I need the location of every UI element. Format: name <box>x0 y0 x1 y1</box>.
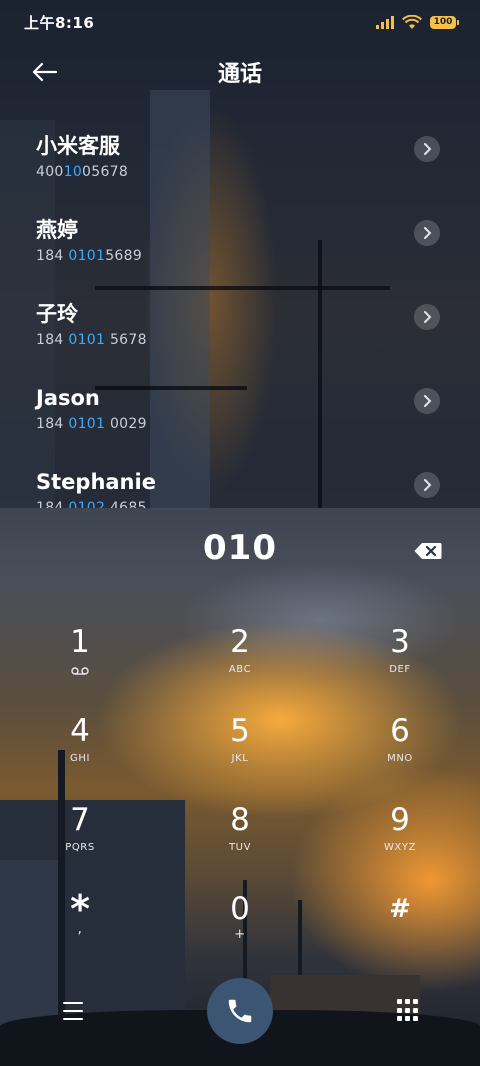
key-digit: 2 <box>230 624 250 660</box>
contact-detail-button[interactable] <box>414 136 440 162</box>
voicemail-icon <box>71 664 89 678</box>
keypad-toggle-button[interactable] <box>396 999 418 1023</box>
contact-number: 184 01015689 <box>36 248 480 264</box>
contact-detail-button[interactable] <box>414 388 440 414</box>
page-title: 通话 <box>217 62 262 87</box>
key-hash[interactable]: # <box>320 889 480 978</box>
chevron-right-icon <box>424 479 432 491</box>
contact-detail-button[interactable] <box>414 304 440 330</box>
backspace-button[interactable] <box>414 542 442 560</box>
contacts-list[interactable]: 小米客服 4001005678 燕婷 184 01015689 子玲 184 0… <box>0 118 480 508</box>
key-1[interactable]: 1 <box>0 622 160 711</box>
keypad: 1 2 ABC 3 DEF 4 GHI 5 JKL 6 MNO 7 PQRS 8… <box>0 622 480 978</box>
key-letters: + <box>234 927 246 942</box>
number-match: 0101 <box>68 332 106 348</box>
key-letters: ABC <box>228 664 252 675</box>
key-digit: 0 <box>230 891 250 927</box>
chevron-right-icon <box>424 395 432 407</box>
key-letters: MNO <box>387 753 413 764</box>
number-match: 10 <box>63 164 83 180</box>
wifi-icon <box>402 14 422 29</box>
key-letters: JKL <box>231 753 249 764</box>
chevron-right-icon <box>424 143 432 155</box>
phone-icon <box>228 999 252 1023</box>
contact-row[interactable]: Jason 184 0101 0029 <box>0 370 480 454</box>
status-icons: 100 <box>376 14 459 30</box>
key-digit: 1 <box>70 624 90 660</box>
contact-name: 子玲 <box>36 302 78 326</box>
chevron-right-icon <box>424 311 432 323</box>
number-suffix: 5678 <box>105 332 147 348</box>
key-letters: PQRS <box>65 842 95 853</box>
battery-level: 100 <box>433 17 453 27</box>
menu-icon-line <box>63 1010 83 1012</box>
contact-row[interactable]: 子玲 184 0101 5678 <box>0 286 480 370</box>
key-digit: # <box>389 894 411 924</box>
key-digit: 3 <box>390 624 410 660</box>
key-digit: 4 <box>70 713 90 749</box>
key-2[interactable]: 2 ABC <box>160 622 320 711</box>
dial-display: 010 <box>0 528 480 578</box>
backspace-icon <box>414 543 442 559</box>
number-suffix: 0029 <box>105 416 147 432</box>
contact-number: 184 0101 5678 <box>36 332 480 348</box>
key-letters: TUV <box>228 842 252 853</box>
number-prefix: 184 <box>36 332 69 348</box>
contact-number: 184 0102 4685 <box>36 500 480 508</box>
dialed-number[interactable]: 010 <box>0 528 480 568</box>
key-8[interactable]: 8 TUV <box>160 800 320 889</box>
key-letters: DEF <box>389 664 411 675</box>
key-digit: 9 <box>390 802 410 838</box>
contact-row[interactable]: Stephanie 184 0102 4685 <box>0 454 480 508</box>
header: 通话 <box>0 50 480 94</box>
menu-button[interactable] <box>60 1000 86 1022</box>
contact-row[interactable]: 小米客服 4001005678 <box>0 118 480 202</box>
key-letters: , <box>77 921 83 937</box>
menu-icon-line <box>63 1002 83 1004</box>
status-time: 上午8:16 <box>24 13 95 32</box>
key-digit: 8 <box>230 802 250 838</box>
key-letters: GHI <box>69 753 91 764</box>
number-match: 0101 <box>68 416 106 432</box>
key-letters: WXYZ <box>383 842 417 853</box>
call-button[interactable] <box>207 978 273 1044</box>
contact-detail-button[interactable] <box>414 220 440 246</box>
key-digit: 7 <box>70 802 90 838</box>
key-5[interactable]: 5 JKL <box>160 711 320 800</box>
key-0[interactable]: 0 + <box>160 889 320 978</box>
menu-icon-line <box>63 1018 83 1020</box>
contact-name: 小米客服 <box>36 134 120 158</box>
number-prefix: 184 <box>36 248 69 264</box>
number-prefix: 184 <box>36 500 69 508</box>
key-7[interactable]: 7 PQRS <box>0 800 160 889</box>
key-9[interactable]: 9 WXYZ <box>320 800 480 889</box>
battery-icon: 100 <box>430 15 459 29</box>
contact-row[interactable]: 燕婷 184 01015689 <box>0 202 480 286</box>
key-3[interactable]: 3 DEF <box>320 622 480 711</box>
number-suffix: 4685 <box>105 500 147 508</box>
key-star[interactable]: * , <box>0 889 160 978</box>
number-match: 0102 <box>68 500 106 508</box>
number-suffix: 05678 <box>82 164 129 180</box>
key-4[interactable]: 4 GHI <box>0 711 160 800</box>
contact-number: 184 0101 0029 <box>36 416 480 432</box>
number-prefix: 184 <box>36 416 69 432</box>
contact-detail-button[interactable] <box>414 472 440 498</box>
key-digit: 5 <box>230 713 250 749</box>
number-match: 0101 <box>68 248 106 264</box>
bottom-bar <box>0 978 480 1044</box>
key-6[interactable]: 6 MNO <box>320 711 480 800</box>
contact-name: Jason <box>36 386 100 410</box>
number-suffix: 5689 <box>105 248 143 264</box>
contact-number: 4001005678 <box>36 164 480 180</box>
key-digit: 6 <box>390 713 410 749</box>
contact-name: Stephanie <box>36 470 156 494</box>
number-prefix: 400 <box>36 164 64 180</box>
signal-icon <box>376 15 394 29</box>
status-bar: 上午8:16 100 <box>0 0 480 44</box>
chevron-right-icon <box>424 227 432 239</box>
contact-name: 燕婷 <box>36 218 78 242</box>
